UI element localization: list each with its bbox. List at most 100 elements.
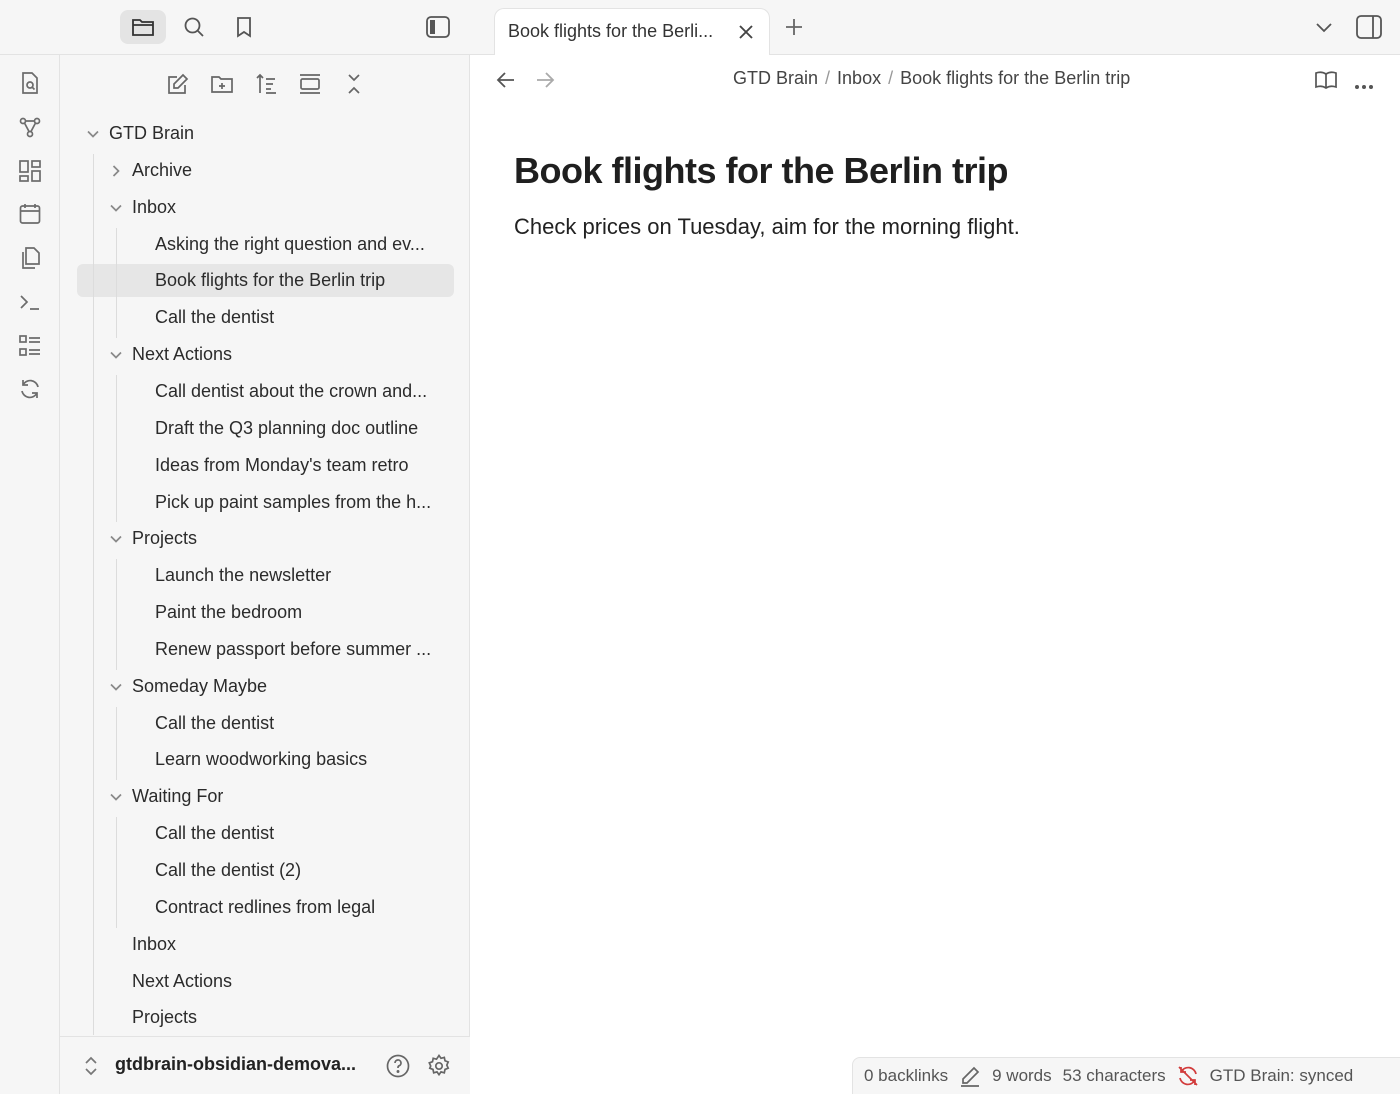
file-item[interactable]: Asking the right question and ev... <box>155 228 450 261</box>
tree-item-label: Waiting For <box>132 786 224 807</box>
right-sidebar-toggle-icon[interactable] <box>1356 15 1382 44</box>
vault-name[interactable]: gtdbrain-obsidian-demova... <box>115 1054 365 1075</box>
file-item[interactable]: Draft the Q3 planning doc outline <box>155 412 450 445</box>
breadcrumb-vault[interactable]: GTD Brain <box>733 68 818 88</box>
tab-bar: Book flights for the Berli... <box>470 0 1400 55</box>
folder-item[interactable]: Projects <box>132 1001 450 1034</box>
indent-guide <box>116 706 117 781</box>
quick-switcher-icon[interactable] <box>14 67 46 99</box>
breadcrumb: GTD Brain / Inbox / Book flights for the Ber… <box>733 68 1130 89</box>
close-icon[interactable] <box>737 23 755 46</box>
file-item[interactable]: Book flights for the Berlin trip <box>155 264 450 297</box>
breadcrumb-separator: / <box>888 68 894 88</box>
folder-item[interactable]: Inbox <box>132 191 450 224</box>
file-tree: GTD Brain Archive Inbox Asking the right qu… <box>60 55 470 1035</box>
file-item[interactable]: Learn woodworking basics <box>155 743 450 776</box>
tree-item-label: Draft the Q3 planning doc outline <box>155 417 419 438</box>
folder-item[interactable]: Waiting For <box>132 780 450 813</box>
sync-icon[interactable] <box>14 373 46 405</box>
folder-item[interactable]: Someday Maybe <box>132 670 450 703</box>
file-item[interactable]: Contract redlines from legal <box>155 891 450 924</box>
note-title[interactable]: Book flights for the Berlin trip <box>514 150 1354 192</box>
backlinks-count[interactable]: 0 backlinks <box>864 1066 948 1086</box>
folder-item[interactable]: Next Actions <box>132 965 450 998</box>
folder-item[interactable]: Projects <box>132 522 450 555</box>
file-item[interactable]: Call the dentist <box>155 707 450 740</box>
folder-item[interactable]: Inbox <box>132 928 450 961</box>
file-item[interactable]: Call the dentist <box>155 301 450 334</box>
status-bar: 0 backlinks 9 words 53 characters GTD Br… <box>852 1057 1400 1094</box>
folder-item[interactable]: Next Actions <box>132 338 450 371</box>
indent-guide <box>116 559 117 670</box>
forward-arrow-icon[interactable] <box>535 71 555 94</box>
tree-item-label: Renew passport before summer ... <box>155 638 432 659</box>
file-item[interactable]: Paint the bedroom <box>155 596 450 629</box>
files-icon[interactable] <box>120 10 166 44</box>
indent-guide <box>116 227 117 339</box>
file-item[interactable]: Renew passport before summer ... <box>155 633 450 666</box>
tree-item-label: Projects <box>132 528 198 549</box>
tree-item-label: Book flights for the Berlin trip <box>155 270 386 291</box>
note-body[interactable]: Check prices on Tuesday, aim for the mor… <box>514 214 1354 240</box>
sync-status-text[interactable]: GTD Brain: synced <box>1210 1066 1354 1086</box>
vault-switcher: gtdbrain-obsidian-demova... <box>60 1036 470 1094</box>
tree-item-label: Inbox <box>132 196 177 217</box>
ribbon <box>0 55 60 1094</box>
folder-item[interactable]: Archive <box>132 154 450 187</box>
tree-item-label: Someday Maybe <box>132 675 268 696</box>
file-item[interactable]: Launch the newsletter <box>155 559 450 592</box>
tree-item-label: GTD Brain <box>109 123 195 143</box>
chevron-down-icon[interactable] <box>108 347 124 363</box>
character-count: 53 characters <box>1062 1066 1166 1085</box>
obsidian-window: GTD Brain Archive Inbox Asking the right qu… <box>0 0 1400 1094</box>
sidebar-toggle-icon[interactable] <box>415 10 461 44</box>
tab-title: Book flights for the Berli... <box>508 21 714 41</box>
tree-item-label: Call the dentist <box>155 307 275 328</box>
canvas-icon[interactable] <box>14 155 46 187</box>
search-icon[interactable] <box>171 10 217 44</box>
tab-active[interactable]: Book flights for the Berli... <box>494 8 770 55</box>
file-item[interactable]: Call dentist about the crown and... <box>155 375 450 408</box>
indent-guide <box>116 817 117 928</box>
chevron-up-down-icon[interactable] <box>84 1056 98 1081</box>
bookmark-icon[interactable] <box>221 10 267 44</box>
sync-status-icon[interactable] <box>1177 1065 1199 1087</box>
chevron-down-icon[interactable] <box>108 789 124 805</box>
command-palette-icon[interactable] <box>14 286 46 318</box>
more-options-icon[interactable] <box>1354 77 1374 95</box>
tree-item-label: Call dentist about the crown and... <box>155 380 428 401</box>
tree-item-label: Inbox <box>132 933 177 954</box>
view-header: GTD Brain / Inbox / Book flights for the Ber… <box>470 55 1400 105</box>
new-tab-plus-icon[interactable] <box>784 17 804 42</box>
note-editor[interactable]: Book flights for the Berlin trip Check p… <box>514 150 1354 240</box>
chevron-down-icon[interactable] <box>108 679 124 695</box>
indent-guide <box>93 153 94 1035</box>
breadcrumb-note[interactable]: Book flights for the Berlin trip <box>900 68 1130 88</box>
file-item[interactable]: Call the dentist (2) <box>155 854 450 887</box>
file-item[interactable]: Call the dentist <box>155 817 450 850</box>
folder-item[interactable]: GTD Brain <box>109 117 450 150</box>
daily-note-icon[interactable] <box>14 198 46 230</box>
templates-icon[interactable] <box>14 242 46 274</box>
chevron-down-icon[interactable] <box>108 531 124 547</box>
tree-item-label: Asking the right question and ev... <box>155 233 425 254</box>
chevron-right-icon[interactable] <box>108 163 124 179</box>
word-count: 9 words <box>992 1066 1052 1085</box>
tree-item-label: Call the dentist <box>155 712 275 733</box>
edit-mode-pencil-icon[interactable] <box>959 1065 981 1087</box>
help-icon[interactable] <box>386 1054 410 1083</box>
tree-item-label: Paint the bedroom <box>155 602 303 623</box>
breadcrumb-folder[interactable]: Inbox <box>837 68 881 88</box>
chevron-down-icon[interactable] <box>108 200 124 216</box>
outline-icon[interactable] <box>14 330 46 362</box>
back-arrow-icon[interactable] <box>496 71 516 94</box>
graph-view-icon[interactable] <box>14 111 46 143</box>
tab-list-chevron-down-icon[interactable] <box>1315 20 1333 39</box>
reading-view-book-icon[interactable] <box>1314 69 1338 96</box>
tree-item-label: Contract redlines from legal <box>155 896 376 917</box>
file-item[interactable]: Pick up paint samples from the h... <box>155 486 450 519</box>
settings-gear-icon[interactable] <box>427 1054 451 1083</box>
tree-item-label: Call the dentist (2) <box>155 860 302 880</box>
file-item[interactable]: Ideas from Monday's team retro <box>155 449 450 482</box>
chevron-down-icon[interactable] <box>85 126 101 142</box>
